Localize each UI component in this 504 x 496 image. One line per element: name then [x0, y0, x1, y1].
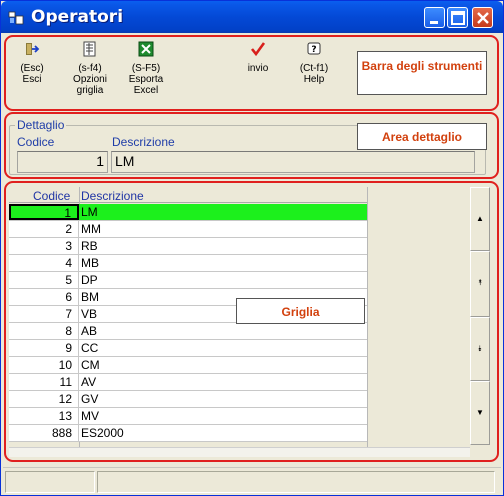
- export-excel-label: (S-F5) Esporta Excel: [128, 63, 164, 96]
- cell-code[interactable]: 3: [9, 238, 79, 254]
- operatori-window: Operatori (Esc) Esci (s-f4) Opzioni grig…: [0, 0, 504, 496]
- cell-code[interactable]: 5: [9, 272, 79, 288]
- checkmark-icon: [250, 42, 266, 57]
- cell-description[interactable]: RB: [81, 239, 98, 253]
- scroll-down-button[interactable]: ▼: [470, 381, 490, 445]
- horizontal-scrollbar[interactable]: [9, 447, 470, 457]
- help-label: (Ct-f1) Help: [299, 63, 329, 85]
- cell-code[interactable]: 1: [9, 204, 79, 220]
- description-label: Descrizione: [112, 135, 175, 149]
- page-up-button[interactable]: ⯭: [470, 251, 490, 317]
- cell-description[interactable]: CC: [81, 341, 98, 355]
- grid-header: Codice Descrizione: [9, 187, 367, 203]
- cell-description[interactable]: ES2000: [81, 426, 124, 440]
- cell-description[interactable]: DP: [81, 273, 98, 287]
- cell-code[interactable]: 2: [9, 221, 79, 237]
- help-button[interactable]: ? (Ct-f1) Help: [294, 41, 334, 85]
- cell-code[interactable]: 8: [9, 323, 79, 339]
- table-row[interactable]: 888 ES2000: [9, 425, 367, 442]
- cell-code[interactable]: 4: [9, 255, 79, 271]
- excel-icon: [138, 41, 154, 57]
- app-icon: [8, 11, 24, 25]
- cell-description[interactable]: VB: [81, 307, 97, 321]
- status-cell: [5, 471, 95, 493]
- grid-options-icon: [83, 41, 96, 57]
- status-bar: [3, 467, 501, 493]
- double-arrow-down-icon: ⯯: [477, 344, 483, 353]
- column-header-code[interactable]: Codice: [33, 189, 70, 203]
- cell-description[interactable]: AB: [81, 324, 97, 338]
- column-header-description[interactable]: Descrizione: [81, 189, 144, 203]
- cell-code[interactable]: 11: [9, 374, 79, 390]
- close-icon: [477, 12, 489, 24]
- cell-description[interactable]: MB: [81, 256, 99, 270]
- detail-callout: Area dettaglio: [357, 123, 487, 150]
- page-down-button[interactable]: ⯯: [470, 317, 490, 381]
- code-field[interactable]: 1: [17, 151, 108, 173]
- table-row[interactable]: 1 LM: [9, 204, 367, 221]
- arrow-up-icon: ▲: [476, 214, 484, 223]
- cell-description[interactable]: BM: [81, 290, 99, 304]
- table-row[interactable]: 11 AV: [9, 374, 367, 391]
- exit-icon: [26, 43, 40, 55]
- cell-description[interactable]: AV: [81, 375, 96, 389]
- toolbar-callout: Barra degli strumenti: [357, 51, 487, 95]
- table-row[interactable]: 3 RB: [9, 238, 367, 255]
- maximize-icon: [451, 11, 465, 25]
- exit-label: (Esc) Esci: [20, 63, 44, 85]
- cell-code[interactable]: 12: [9, 391, 79, 407]
- grid-options-button[interactable]: (s-f4) Opzioni griglia: [70, 41, 110, 96]
- title-bar[interactable]: Operatori: [1, 1, 503, 33]
- grid-callout: Griglia: [236, 298, 365, 324]
- cell-code[interactable]: 888: [9, 425, 79, 441]
- table-row[interactable]: 12 GV: [9, 391, 367, 408]
- cell-description[interactable]: MM: [81, 222, 101, 236]
- enter-label: invio: [247, 63, 269, 74]
- minimize-icon: [430, 21, 438, 24]
- grid-options-label: (s-f4) Opzioni griglia: [73, 63, 107, 96]
- minimize-button[interactable]: [424, 7, 445, 28]
- code-label: Codice: [17, 135, 55, 149]
- help-icon: ?: [307, 42, 321, 55]
- table-row[interactable]: 5 DP: [9, 272, 367, 289]
- cell-code[interactable]: 13: [9, 408, 79, 424]
- scroll-up-button[interactable]: ▲: [470, 187, 490, 251]
- export-excel-button[interactable]: (S-F5) Esporta Excel: [126, 41, 166, 96]
- table-row[interactable]: 13 MV: [9, 408, 367, 425]
- enter-button[interactable]: invio: [238, 41, 278, 74]
- table-row[interactable]: 9 CC: [9, 340, 367, 357]
- vertical-scrollbar[interactable]: ▲ ⯭ ⯯ ▼: [470, 187, 490, 447]
- cell-description[interactable]: CM: [81, 358, 100, 372]
- detail-legend: Dettaglio: [15, 118, 67, 132]
- description-field[interactable]: LM: [111, 151, 475, 173]
- table-row[interactable]: 8 AB: [9, 323, 367, 340]
- grid-right-border: [367, 187, 368, 448]
- table-row[interactable]: 10 CM: [9, 357, 367, 374]
- cell-description[interactable]: MV: [81, 409, 99, 423]
- cell-code[interactable]: 6: [9, 289, 79, 305]
- cell-code[interactable]: 9: [9, 340, 79, 356]
- exit-button[interactable]: (Esc) Esci: [12, 41, 52, 85]
- table-row[interactable]: 2 MM: [9, 221, 367, 238]
- cell-code[interactable]: 10: [9, 357, 79, 373]
- svg-text:?: ?: [311, 45, 316, 55]
- close-button[interactable]: [472, 7, 493, 28]
- window-title: Operatori: [31, 7, 124, 27]
- table-row[interactable]: 4 MB: [9, 255, 367, 272]
- maximize-button[interactable]: [447, 7, 468, 28]
- cell-description[interactable]: GV: [81, 392, 98, 406]
- cell-description[interactable]: LM: [81, 205, 98, 219]
- status-cell: [97, 471, 495, 493]
- double-arrow-up-icon: ⯭: [477, 278, 483, 287]
- cell-code[interactable]: 7: [9, 306, 79, 322]
- arrow-down-icon: ▼: [476, 408, 484, 417]
